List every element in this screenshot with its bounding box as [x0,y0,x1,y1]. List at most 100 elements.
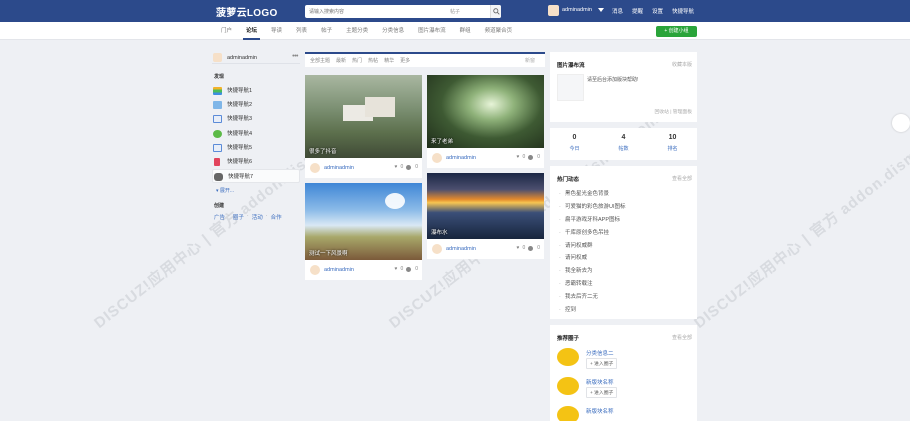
link-quick-nav[interactable]: 快捷导航 [672,7,694,15]
forum-thumbnail [557,74,584,101]
join-group-button[interactable]: + 进入圈子 [586,358,618,369]
left-sidebar: adminadmin ••• 发现 快捷导航1 快捷导航2 快捷导航3 快捷导航… [212,50,300,221]
group-name[interactable]: 分类信息二 [586,349,614,357]
list-item[interactable]: 千库原创多色吊挂 [559,227,626,240]
list-item[interactable]: 请问权威群 [559,240,626,253]
avatar[interactable] [548,5,559,16]
like-count: 0 [400,164,404,170]
list-item[interactable]: 可爱猫的彩色旅游UI图标 [559,201,626,214]
post-stats: ♥ 0 0 [516,154,540,160]
nav-waterfall[interactable]: 图片瀑布流 [411,22,453,40]
user-menu[interactable]: adminadmin [562,7,592,13]
chevron-down-icon[interactable] [598,8,604,12]
filter-latest[interactable]: 最新 [336,57,346,64]
sidebar-item-1[interactable]: 快捷导航1 [212,84,300,98]
link-cooperate[interactable]: 合作 [271,213,282,221]
search-input[interactable] [309,7,449,16]
sidebar-item-label: 快捷导航4 [227,130,253,137]
join-group-button[interactable]: + 进入圈子 [586,387,618,398]
search-button[interactable] [490,5,501,18]
sidebar-item-4[interactable]: 快捷导航4 [212,127,300,141]
nav-topic-category[interactable]: 主题分类 [339,22,375,40]
link-ads[interactable]: 广告 [214,213,225,221]
nav-channel[interactable]: 频道聚合页 [478,22,520,40]
post-author[interactable]: adminadmin [324,165,354,171]
filter-digest[interactable]: 精华 [384,57,394,64]
list-icon [213,87,222,95]
group-name[interactable]: 新版块名称 [586,378,614,386]
comment-icon[interactable] [528,245,534,251]
nav-portal[interactable]: 门户 [214,22,239,40]
link-activity[interactable]: 活动 [252,213,263,221]
nav-groups[interactable]: 群组 [453,22,478,40]
link-messages[interactable]: 消息 [612,7,623,15]
nav-classified[interactable]: 分类信息 [375,22,411,40]
avatar[interactable] [310,163,320,173]
heart-icon[interactable]: ♥ [516,154,519,160]
comment-icon[interactable] [406,164,412,170]
comment-count: 0 [537,154,540,160]
post-author[interactable]: adminadmin [324,267,354,273]
list-item[interactable]: 恶霸转载注 [559,278,626,291]
heart-icon[interactable]: ♥ [394,266,397,272]
heart-icon[interactable]: ♥ [516,245,519,251]
create-group-button[interactable]: + 创建小组 [656,26,697,37]
search-type-select[interactable]: 帖子 [450,8,460,15]
sidebar-item-6[interactable]: 快捷导航6 [212,155,300,169]
list-item[interactable]: 黑色星光金色背景 [559,188,626,201]
nav-posts[interactable]: 帖子 [314,22,339,40]
post-card[interactable]: 测试一下风景啊 adminadmin ♥ 0 0 [305,183,422,280]
nav-list[interactable]: 列表 [289,22,314,40]
expand-link[interactable]: ▾ 展开... [216,187,300,194]
view-all-link[interactable]: 查看全部 [672,334,692,341]
post-card[interactable]: 来了老弟 adminadmin ♥ 0 0 [427,75,544,168]
group-name[interactable]: 新版块名称 [586,407,614,415]
sidebar-item-3[interactable]: 快捷导航3 [212,112,300,126]
view-all-link[interactable]: 查看全部 [672,175,692,182]
comment-icon[interactable] [528,154,534,160]
post-author[interactable]: adminadmin [446,246,476,252]
sidebar-item-7[interactable]: 快捷导航7 [212,169,300,184]
avatar [213,53,222,62]
admin-links[interactable]: 回收站 | 管理面板 [655,108,693,115]
post-image[interactable]: 瀑布水 [427,173,544,239]
link-settings[interactable]: 设置 [652,7,663,15]
post-author[interactable]: adminadmin [446,155,476,161]
nav-forum[interactable]: 论坛 [239,22,264,40]
sidebar-user[interactable]: adminadmin ••• [212,50,300,64]
discover-heading: 发现 [214,74,225,80]
avatar[interactable] [432,244,442,254]
more-icon[interactable]: ••• [292,53,298,60]
new-window-toggle[interactable]: 新窗 [525,57,535,64]
link-circle[interactable]: 圈子 [233,213,244,221]
post-image[interactable]: 来了老弟 [427,75,544,148]
sidebar-item-2[interactable]: 快捷导航2 [212,98,300,112]
post-image[interactable]: 很多了抖音 [305,75,422,158]
heart-icon[interactable]: ♥ [394,164,397,170]
list-item[interactable]: 请问权威 [559,252,626,265]
list-item[interactable]: 我全新去为 [559,265,626,278]
list-item[interactable]: 扁平游戏牙科APP图标 [559,214,626,227]
forum-description: 请至后台添加版块帮助! [587,77,639,83]
post-image[interactable]: 测试一下风景啊 [305,183,422,260]
post-card[interactable]: 瀑布水 adminadmin ♥ 0 0 [427,173,544,259]
filter-all[interactable]: 全部主题 [310,57,330,64]
filter-more[interactable]: 更多 [400,57,410,64]
qq-chat-icon[interactable] [892,114,910,132]
list-item[interactable]: 控到 [559,304,626,317]
site-logo[interactable]: 菠萝云LOGO [216,4,278,19]
image-icon [213,101,222,110]
filter-hot[interactable]: 热门 [352,57,362,64]
avatar[interactable] [310,265,320,275]
sidebar-item-label: 快捷导航3 [227,116,253,123]
link-notices[interactable]: 提醒 [632,7,643,15]
filter-hot-posts[interactable]: 热帖 [368,57,378,64]
sidebar-item-5[interactable]: 快捷导航5 [212,141,300,155]
list-item[interactable]: 我去后齐二无 [559,291,626,304]
avatar[interactable] [432,153,442,163]
favorite-link[interactable]: 收藏本版 [672,61,692,68]
comment-icon[interactable] [406,266,412,272]
post-card[interactable]: 很多了抖音 adminadmin ♥ 0 0 [305,75,422,178]
sidebar-item-label: 快捷导航2 [227,102,253,109]
nav-guide[interactable]: 导读 [264,22,289,40]
